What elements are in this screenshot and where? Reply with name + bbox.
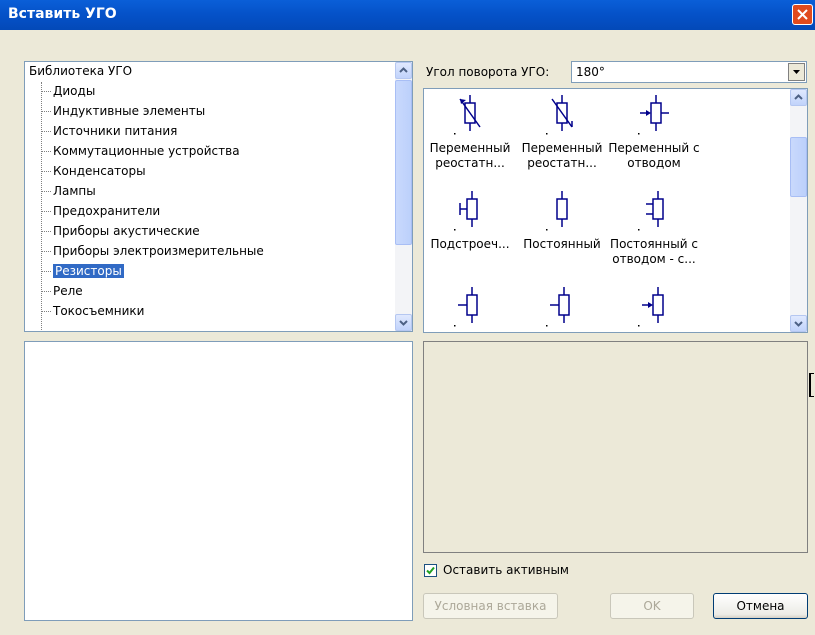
symbol-item[interactable] — [424, 285, 516, 332]
text-cursor-icon — [809, 373, 814, 397]
variable-rheostat-icon — [546, 95, 573, 135]
symbol-item[interactable]: Переменный с отводом — [608, 93, 700, 171]
tree-item-power-sources[interactable]: Источники питания — [41, 122, 177, 140]
symbol-item[interactable]: Постоянный — [516, 189, 608, 252]
tree-item-current-collectors[interactable]: Токосъемники — [41, 302, 144, 320]
keep-active-checkbox[interactable] — [424, 564, 437, 577]
tree-item-resistors[interactable]: Резисторы — [41, 262, 124, 280]
library-tree[interactable]: Библиотека УГО Диоды Индуктивные элемент… — [24, 61, 413, 332]
gallery-scroll-thumb[interactable] — [790, 137, 807, 197]
tree-scroll-thumb[interactable] — [395, 80, 412, 245]
symbol-caption: Подстроеч... — [430, 237, 510, 251]
rotation-select[interactable]: 180° — [571, 61, 807, 83]
rotation-value: 180° — [576, 65, 605, 79]
symbol-caption: отводом - с... — [612, 252, 696, 266]
ok-button[interactable]: OK — [610, 593, 694, 619]
scroll-up-button[interactable] — [395, 62, 412, 79]
close-icon — [797, 9, 808, 20]
dropdown-button[interactable] — [788, 63, 805, 81]
tree-item-fuses[interactable]: Предохранители — [41, 202, 160, 220]
checkmark-icon — [426, 566, 435, 575]
resistor-icon — [546, 287, 570, 327]
fixed-resistor-icon — [546, 191, 568, 231]
variable-tap-resistor-icon — [638, 95, 669, 135]
symbol-caption: Переменный — [429, 141, 511, 155]
tree-item-inductive[interactable]: Индуктивные элементы — [41, 102, 205, 120]
tree-item-lamps[interactable]: Лампы — [41, 182, 96, 200]
keep-active-label[interactable]: Оставить активным — [443, 563, 569, 577]
symbol-item[interactable] — [516, 285, 608, 332]
description-panel — [24, 341, 413, 621]
chevron-down-icon — [794, 321, 803, 327]
symbol-caption: Постоянный — [523, 237, 601, 251]
symbol-item[interactable]: Подстроеч... — [424, 189, 516, 252]
scroll-up-button[interactable] — [790, 89, 807, 106]
conditional-insert-button[interactable]: Условная вставка — [423, 593, 558, 619]
symbol-caption: реостатн... — [527, 156, 597, 170]
scroll-down-button[interactable] — [790, 315, 807, 332]
tree-item-meters[interactable]: Приборы электроизмерительные — [41, 242, 264, 260]
preview-panel — [423, 341, 808, 553]
symbol-item[interactable]: Переменный реостатн... — [424, 93, 516, 171]
chevron-down-icon — [793, 70, 800, 74]
tree-root-label[interactable]: Библиотека УГО — [29, 64, 132, 78]
close-button[interactable] — [792, 4, 813, 25]
symbol-item[interactable]: Переменный реостатн... — [516, 93, 608, 171]
symbol-caption: реостатн... — [435, 156, 505, 170]
gallery-scrollbar[interactable] — [790, 89, 807, 332]
rotation-label: Угол поворота УГО: — [426, 65, 550, 79]
symbol-caption: отводом — [627, 156, 681, 170]
tree-item-diodes[interactable]: Диоды — [41, 82, 95, 100]
chevron-down-icon — [399, 320, 408, 326]
cancel-button[interactable]: Отмена — [713, 593, 808, 619]
symbol-item[interactable]: Постоянный с отводом - с... — [608, 189, 700, 267]
symbol-caption: Постоянный с — [610, 237, 698, 251]
tree-item-switching[interactable]: Коммутационные устройства — [41, 142, 240, 160]
chevron-up-icon — [794, 94, 803, 100]
window-title: Вставить УГО — [8, 6, 117, 22]
symbol-caption: Переменный с — [608, 141, 700, 155]
symbol-item[interactable] — [608, 285, 700, 332]
scroll-down-button[interactable] — [395, 314, 412, 331]
trimmer-resistor-icon — [454, 191, 478, 231]
variable-rheostat-icon — [454, 95, 481, 135]
tapped-resistor-icon — [638, 191, 664, 231]
symbol-gallery[interactable]: Переменный реостатн... Переменный реоста… — [423, 88, 808, 333]
symbol-caption: Переменный — [521, 141, 603, 155]
tree-item-capacitors[interactable]: Конденсаторы — [41, 162, 146, 180]
resistor-icon — [454, 287, 478, 327]
title-bar: Вставить УГО — [0, 0, 815, 30]
tree-scrollbar[interactable] — [395, 62, 412, 331]
resistor-icon — [638, 287, 664, 327]
tree-item-relays[interactable]: Реле — [41, 282, 83, 300]
chevron-up-icon — [399, 67, 408, 73]
tree-item-acoustic[interactable]: Приборы акустические — [41, 222, 200, 240]
